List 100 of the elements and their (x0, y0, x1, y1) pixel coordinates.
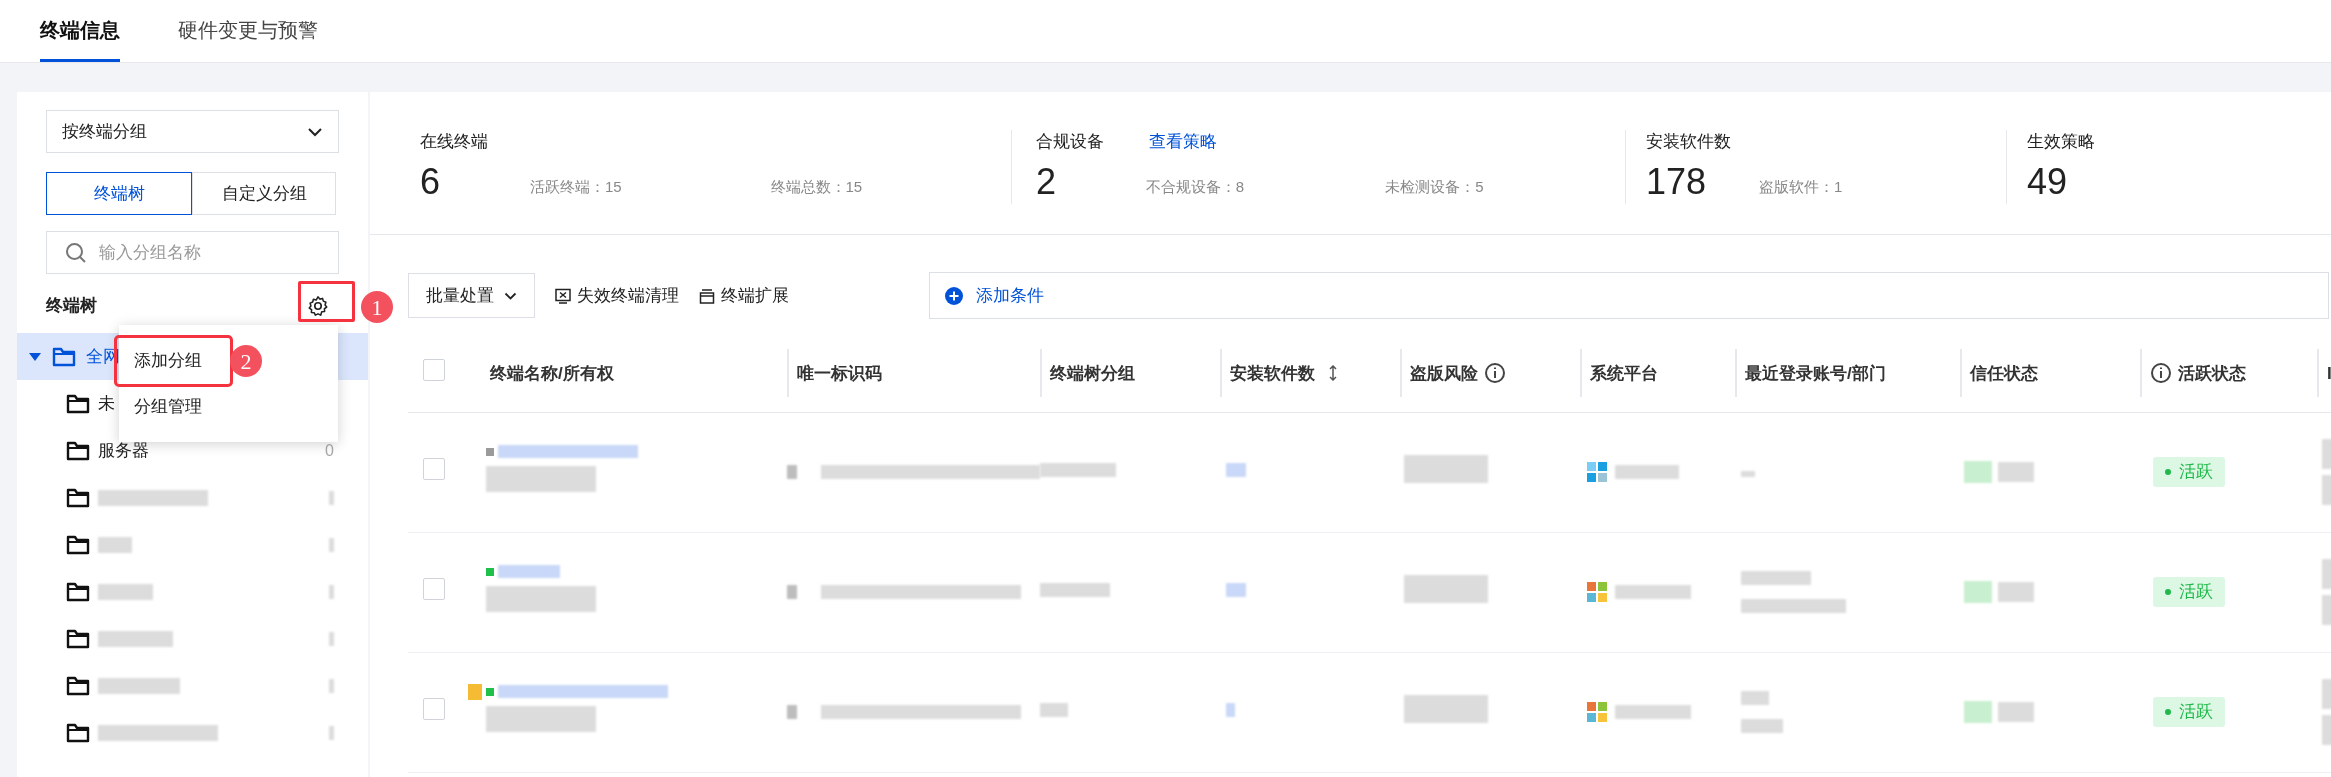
filter-field[interactable]: 添加条件 (929, 272, 2329, 319)
column-header: 唯一标识码 (797, 362, 882, 385)
blurred-text (1040, 703, 1068, 717)
column-header: 终端名称/所有权 (490, 362, 614, 385)
tree-item[interactable]: 服务器 (98, 437, 149, 464)
chevron-down-icon (307, 126, 323, 137)
blurred-text (1040, 583, 1110, 597)
folder-icon (66, 393, 90, 414)
column-header: 系统平台 (1590, 362, 1658, 385)
blurred-text (329, 490, 334, 505)
highlight-frame (298, 281, 355, 322)
caret-icon (28, 351, 42, 362)
windows-icon (1586, 701, 1608, 723)
blurred-text (329, 584, 334, 599)
stat-label: 生效策略 (2027, 131, 2096, 154)
folder-icon (66, 534, 90, 555)
blurred-text (329, 537, 334, 552)
stat-detail: 盗版软件：1 (1759, 176, 1844, 197)
checkbox[interactable] (423, 457, 445, 480)
stat-value: 6 (420, 160, 442, 204)
add-icon (944, 285, 964, 306)
blurred-text (1226, 583, 1246, 597)
menu-item[interactable]: 分组管理 (119, 384, 232, 430)
blurred-text (98, 583, 153, 600)
blurred-text (787, 705, 797, 719)
view-tab[interactable]: 终端树 (46, 172, 192, 215)
info-icon (2150, 362, 2172, 385)
folder-icon (66, 581, 90, 602)
tab[interactable]: 终端信息 (40, 0, 120, 62)
active-status-tag: 活跃 (2153, 577, 2225, 607)
stat-label: 在线终端 (420, 131, 489, 154)
clear-icon (555, 287, 571, 304)
blurred-text (1998, 582, 2034, 602)
folder-icon (52, 346, 76, 367)
tab[interactable]: 硬件变更与预警 (178, 0, 318, 62)
stat-label: 安装软件数 (1646, 131, 1732, 154)
blurred-text (1226, 463, 1246, 477)
toolbar-action[interactable]: 失效终端清理 (555, 282, 679, 309)
item-count: 0 (325, 440, 334, 461)
search-field[interactable]: 输入分组名称 (46, 231, 339, 274)
blurred-text (787, 465, 797, 479)
folder-icon (66, 722, 90, 743)
box-icon (699, 287, 715, 304)
folder-icon (66, 487, 90, 508)
settings-icon[interactable] (307, 295, 329, 317)
blurred-text (787, 585, 797, 599)
folder-icon (66, 440, 90, 461)
blurred-text (1998, 462, 2034, 482)
stat-detail: 不合规设备：8 (1145, 176, 1245, 197)
column-header: I (2327, 362, 2331, 385)
blurred-text (498, 565, 560, 578)
column-header: 终端树分组 (1050, 362, 1135, 385)
toolbar-action[interactable]: 终端扩展 (699, 282, 789, 309)
stat-detail: 终端总数：15 (770, 176, 864, 197)
blurred-text (1741, 571, 1811, 585)
column-header: 最近登录账号/部门 (1745, 362, 1886, 385)
tree-item[interactable]: 未 (98, 390, 115, 417)
blurred-text (1741, 691, 1769, 705)
active-status-tag: 活跃 (2153, 457, 2225, 487)
policy-link[interactable]: 查看策略 (1149, 129, 1217, 155)
folder-icon (66, 628, 90, 649)
blurred-text (1998, 702, 2034, 722)
windows-icon (1586, 581, 1608, 603)
search-input[interactable]: 输入分组名称 (99, 232, 329, 273)
blurred-text (329, 725, 334, 740)
menu-item[interactable]: 添加分组 (117, 338, 230, 384)
column-header: 活跃状态 (2178, 362, 2246, 385)
chevron-down-icon (504, 291, 517, 300)
blurred-text (98, 536, 132, 553)
info-icon (1484, 362, 1506, 385)
stat-detail: 活跃终端：15 (530, 176, 623, 197)
blurred-text (1964, 581, 1992, 603)
blurred-text (329, 631, 334, 646)
view-tab[interactable]: 自定义分组 (192, 172, 336, 215)
folder-icon (66, 675, 90, 696)
blurred-text (1741, 719, 1783, 733)
checkbox[interactable] (423, 577, 445, 600)
stat-value: 178 (1646, 160, 1708, 204)
group-by-select[interactable]: 按终端分组 (46, 110, 339, 153)
blurred-text (1615, 465, 1679, 479)
stat-label: 合规设备 (1036, 131, 1105, 154)
blurred-text (1964, 701, 1992, 723)
search-icon (65, 241, 87, 264)
column-header: 盗版风险 (1410, 362, 1478, 385)
checkbox[interactable] (423, 697, 445, 720)
blurred-text (1226, 703, 1235, 717)
stat-detail: 未检测设备：5 (1385, 176, 1485, 197)
stat-value: 49 (2027, 160, 2069, 204)
active-status-tag: 活跃 (2153, 697, 2225, 727)
stat-value: 2 (1036, 160, 1058, 204)
column-header: 安装软件数 (1230, 362, 1315, 385)
batch-dropdown[interactable]: 批量处置 (408, 273, 535, 318)
sort-icon[interactable] (1327, 365, 1339, 382)
checkbox[interactable] (423, 358, 445, 381)
column-header: 信任状态 (1970, 362, 2038, 385)
windows-icon (1586, 461, 1608, 483)
tree-title: 终端树 (46, 295, 97, 318)
blurred-text (1964, 461, 1992, 483)
blurred-text (1741, 471, 1755, 477)
blurred-text (329, 678, 334, 693)
